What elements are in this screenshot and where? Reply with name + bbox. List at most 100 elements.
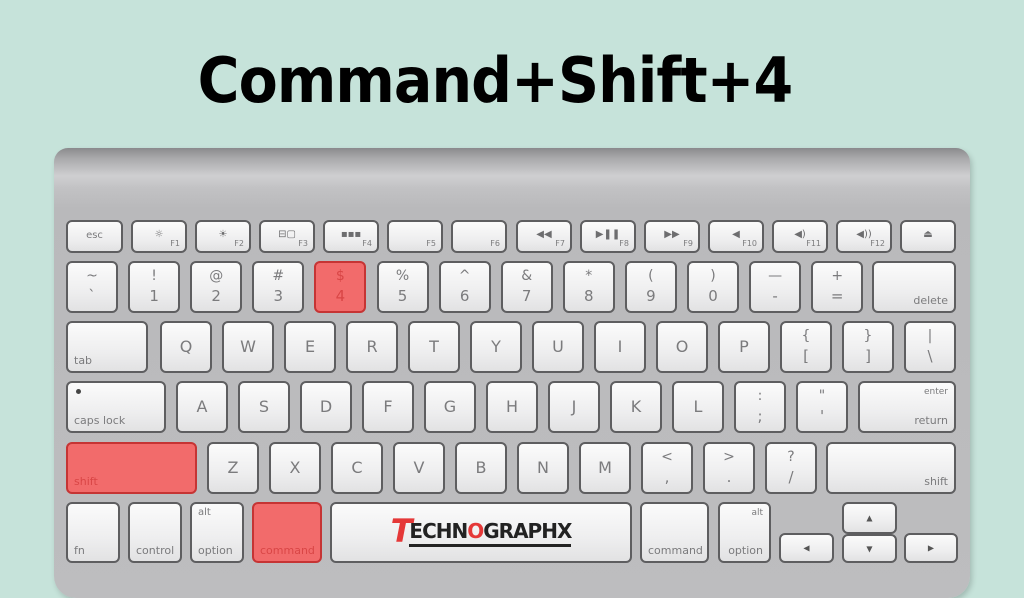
key-d[interactable]: D xyxy=(300,381,352,433)
key-label: R xyxy=(366,337,378,357)
key-w[interactable]: W xyxy=(222,321,274,373)
key-command-right[interactable]: command xyxy=(640,502,709,563)
key-arrow-down[interactable]: ▼ xyxy=(842,534,897,563)
key-bracket-2[interactable]: | \ xyxy=(904,321,956,373)
key-k[interactable]: K xyxy=(610,381,662,433)
key-arrow-left[interactable]: ◀ xyxy=(779,533,834,563)
key-b[interactable]: B xyxy=(455,442,507,494)
key-j[interactable]: J xyxy=(548,381,600,433)
key-4[interactable]: $4 xyxy=(314,261,367,313)
key-f5[interactable]: F5 xyxy=(387,220,443,253)
key-label: Z xyxy=(227,458,239,478)
key-eject[interactable]: ⏏ xyxy=(900,220,956,253)
key-bracket-1[interactable]: }] xyxy=(842,321,894,373)
key-label: ~ xyxy=(86,268,98,284)
key-t[interactable]: T xyxy=(408,321,460,373)
key-a[interactable]: A xyxy=(176,381,228,433)
key-label: G xyxy=(443,397,457,417)
key-label: return xyxy=(914,414,948,427)
key-label: ) xyxy=(710,268,716,284)
key-tab[interactable]: tab xyxy=(66,321,148,373)
key-6[interactable]: ^ 6 xyxy=(438,261,491,313)
key-f[interactable]: F xyxy=(362,381,414,433)
key-f1[interactable]: ☼ F1 xyxy=(131,220,187,253)
key-label: shift xyxy=(74,475,98,488)
key-i[interactable]: I xyxy=(594,321,646,373)
key-label: : xyxy=(757,388,763,404)
key-f8[interactable]: ▶❚❚ F8 xyxy=(580,220,636,253)
key-caps-lock[interactable]: caps lock xyxy=(66,381,166,433)
logo-text: ECHNOGRAPHX xyxy=(409,519,572,547)
key-e[interactable]: E xyxy=(284,321,336,373)
key-f10[interactable]: ◀ F10 xyxy=(708,220,764,253)
key-label: F4 xyxy=(362,239,372,248)
key-label: # xyxy=(272,268,285,284)
key-label: 2 xyxy=(211,287,221,305)
key-label: ! xyxy=(151,268,157,284)
key-3[interactable]: #3 xyxy=(252,261,305,313)
key-y[interactable]: Y xyxy=(470,321,522,373)
key-`[interactable]: ~ ` xyxy=(66,261,118,313)
key-c[interactable]: C xyxy=(331,442,383,494)
key-g[interactable]: G xyxy=(424,381,476,433)
key-space[interactable]: TECHNOGRAPHX xyxy=(330,502,632,563)
key-punct-shift-2[interactable]: ? / xyxy=(765,442,817,494)
key-shift-right[interactable]: shift xyxy=(826,442,956,494)
key-label: J xyxy=(571,397,577,417)
key-label: W xyxy=(240,337,256,357)
key-f6[interactable]: F6 xyxy=(451,220,507,253)
key-arrow-up[interactable]: ▲ xyxy=(842,502,897,534)
key-label: T xyxy=(429,337,439,357)
key-label: < xyxy=(661,449,673,465)
key-option-left[interactable]: alt option xyxy=(190,502,244,563)
key-5[interactable]: % 5 xyxy=(376,261,429,313)
key-bracket-0[interactable]: {[ xyxy=(780,321,832,373)
key-shift-left[interactable]: shift xyxy=(66,442,197,494)
key-label: + xyxy=(831,268,844,284)
key-f7[interactable]: ◀◀ F7 xyxy=(516,220,572,253)
key-=[interactable]: + = xyxy=(811,261,864,313)
key-q[interactable]: Q xyxy=(160,321,212,373)
key-h[interactable]: H xyxy=(486,381,538,433)
key-z[interactable]: Z xyxy=(207,442,259,494)
key-m[interactable]: M xyxy=(579,442,631,494)
key-label: M xyxy=(598,458,612,478)
key-f9[interactable]: ▶▶ F9 xyxy=(644,220,700,253)
key-f4[interactable]: ▪▪▪ F4 xyxy=(323,220,379,253)
key-l[interactable]: L xyxy=(672,381,724,433)
key-arrow-right[interactable]: ▶ xyxy=(904,533,958,563)
key-f11[interactable]: ◀) F11 xyxy=(772,220,828,253)
key-f2[interactable]: ☀ F2 xyxy=(195,220,251,253)
key-punct-home-0[interactable]: :; xyxy=(734,381,786,433)
key-control[interactable]: control xyxy=(128,502,182,563)
key-punct-home-1[interactable]: " ' xyxy=(796,381,848,433)
key-label: F11 xyxy=(806,239,821,248)
key-punct-shift-0[interactable]: <, xyxy=(641,442,693,494)
key--[interactable]: — - xyxy=(749,261,802,313)
key-1[interactable]: ! 1 xyxy=(128,261,181,313)
key-s[interactable]: S xyxy=(238,381,290,433)
key-r[interactable]: R xyxy=(346,321,398,373)
key-0[interactable]: ) 0 xyxy=(687,261,739,313)
key-f3[interactable]: ⊟▢ F3 xyxy=(259,220,315,253)
key-2[interactable]: @2 xyxy=(190,261,243,313)
key-o[interactable]: O xyxy=(656,321,708,373)
key-8[interactable]: * 8 xyxy=(562,261,615,313)
key-punct-shift-1[interactable]: >. xyxy=(703,442,755,494)
key-p[interactable]: P xyxy=(718,321,770,373)
key-fn[interactable]: fn xyxy=(66,502,120,563)
arrow-right-icon: ▶ xyxy=(927,543,935,553)
key-label: F5 xyxy=(426,239,436,248)
key-9[interactable]: (9 xyxy=(624,261,677,313)
key-x[interactable]: X xyxy=(269,442,321,494)
key-v[interactable]: V xyxy=(393,442,445,494)
key-option-right[interactable]: alt option xyxy=(718,502,771,563)
key-u[interactable]: U xyxy=(532,321,584,373)
key-f12[interactable]: ◀)) F12 xyxy=(836,220,892,253)
key-command-left[interactable]: command xyxy=(252,502,322,563)
key-esc[interactable]: esc xyxy=(66,220,123,253)
key-delete[interactable]: delete xyxy=(872,261,956,313)
key-return[interactable]: enter return xyxy=(858,381,956,433)
key-7[interactable]: & 7 xyxy=(500,261,553,313)
key-n[interactable]: N xyxy=(517,442,569,494)
